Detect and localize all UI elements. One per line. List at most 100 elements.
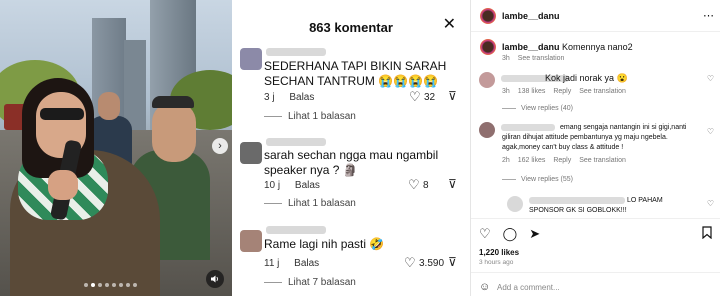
comment-meta: 3h 138 likes Reply See translation — [502, 88, 632, 95]
cap — [152, 96, 194, 108]
comment-likes[interactable]: 162 likes — [518, 157, 546, 164]
bookmark-icon-svg — [702, 226, 712, 240]
comment-item: Rame lagi nih pasti 🤣 11 j Balas ♡ 3.590… — [232, 224, 470, 296]
heart-icon[interactable]: ♡ — [707, 127, 714, 136]
emoji-icon[interactable]: ☺ — [479, 281, 490, 293]
avatar[interactable] — [479, 38, 497, 56]
bookmark-icon[interactable] — [702, 226, 712, 242]
see-translation-link[interactable]: See translation — [579, 88, 626, 95]
sunglasses — [40, 108, 84, 120]
comment-meta: 3 j Balas — [264, 92, 314, 103]
comment-text: SEDERHANA TAPI BIKIN SARAH SECHAN TANTRU… — [264, 59, 447, 88]
username-redacted[interactable] — [266, 48, 326, 56]
carousel-next-button[interactable]: › — [212, 138, 228, 154]
username-redacted[interactable] — [266, 138, 326, 146]
reply-button[interactable]: Balas — [295, 180, 320, 191]
carousel-dot[interactable] — [112, 283, 116, 287]
carousel-dot[interactable] — [84, 283, 88, 287]
reply-button[interactable]: Balas — [289, 92, 314, 103]
like-count: 8 — [423, 180, 429, 191]
divider — [471, 272, 720, 273]
username-redacted[interactable] — [266, 226, 326, 234]
see-translation-link[interactable]: See translation — [518, 55, 565, 62]
comments-count-title: 863 komentar — [309, 20, 393, 35]
reply-button[interactable]: Balas — [294, 258, 319, 269]
action-bar: ♡ ◯ ➤ — [479, 226, 540, 242]
heart-icon[interactable]: ♡ — [707, 199, 714, 208]
carousel-dots — [84, 283, 137, 287]
avatar[interactable] — [507, 196, 523, 212]
post-username[interactable]: lambe__danu — [502, 11, 560, 21]
caption-meta: 3h See translation — [502, 55, 570, 62]
caption-username[interactable]: lambe__danu — [502, 42, 560, 52]
caption-text: Komennya nano2 — [562, 42, 633, 52]
comment-meta: 10 j Balas — [264, 180, 320, 191]
view-replies-button[interactable]: Lihat 1 balasan — [264, 111, 356, 122]
avatar[interactable] — [240, 48, 262, 70]
carousel-dot[interactable] — [133, 283, 137, 287]
carousel-dot-active[interactable] — [91, 283, 95, 287]
view-replies-button[interactable]: View replies (40) — [502, 105, 573, 112]
view-replies-button[interactable]: Lihat 1 balasan — [264, 198, 356, 209]
avatar[interactable] — [240, 230, 262, 252]
comment-text: sarah sechan ngga mau ngambil speaker ny… — [264, 148, 439, 177]
comment-time: 3h — [502, 88, 510, 95]
thumbs-down-icon[interactable]: ⊽ — [448, 255, 457, 269]
caption-time: 3h — [502, 55, 510, 62]
building — [124, 40, 146, 130]
like-count: 3.590 — [419, 258, 445, 269]
hand — [48, 170, 78, 200]
carousel-dot[interactable] — [119, 283, 123, 287]
avatar[interactable] — [479, 122, 495, 138]
reply-button[interactable]: Reply — [553, 88, 571, 95]
avatar[interactable] — [240, 142, 262, 164]
comment-text: Kok jadi norak ya 😮 — [545, 73, 628, 83]
view-replies-button[interactable]: Lihat 7 balasan — [264, 277, 356, 288]
close-icon[interactable]: ✕ — [443, 17, 456, 33]
comment-likes[interactable]: 138 likes — [518, 88, 546, 95]
comment-text: Rame lagi nih pasti 🤣 — [264, 237, 385, 251]
comment-text: emang sengaja nantangin ini si gigi,nant… — [502, 124, 687, 151]
divider — [471, 31, 720, 32]
comment-time: 10 j — [264, 180, 281, 191]
reply-button[interactable]: Reply — [553, 157, 571, 164]
thumbs-down-icon[interactable]: ⊽ — [448, 177, 457, 191]
see-translation-link[interactable]: See translation — [579, 157, 626, 164]
comment-time: 2h — [502, 157, 510, 164]
comment-meta: 2h 162 likes Reply See translation — [502, 157, 632, 164]
comment-item: sarah sechan ngga mau ngambil speaker ny… — [232, 136, 470, 216]
person-background-head — [98, 92, 120, 120]
like-count: 32 — [424, 92, 436, 103]
comment-icon[interactable]: ◯ — [503, 226, 518, 242]
more-options-icon[interactable]: ⋯ — [703, 9, 714, 22]
share-icon[interactable]: ➤ — [529, 226, 540, 242]
mute-button[interactable] — [206, 270, 224, 288]
heart-icon[interactable]: ♡ — [408, 177, 420, 193]
heart-icon[interactable]: ♡ — [707, 74, 714, 83]
likes-count[interactable]: 1,220 likes — [479, 248, 519, 257]
carousel-dot[interactable] — [105, 283, 109, 287]
add-comment-input[interactable]: Add a comment... — [497, 283, 560, 292]
comment-time: 3 j — [264, 92, 275, 103]
comment-item: SEDERHANA TAPI BIKIN SARAH SECHAN TANTRU… — [232, 44, 470, 134]
chevron-right-icon: › — [218, 140, 222, 152]
comment-time: 11 j — [264, 258, 280, 269]
comment-text: LO PAHAM SPONSOR GK SI GOBLOKK!!! — [529, 197, 663, 214]
avatar[interactable] — [479, 7, 497, 25]
video-frame[interactable]: › — [0, 0, 232, 296]
carousel-dot[interactable] — [126, 283, 130, 287]
comments-header: 863 komentar ✕ — [232, 0, 470, 40]
heart-icon[interactable]: ♡ — [479, 226, 491, 242]
view-replies-button[interactable]: View replies (55) — [502, 176, 573, 183]
posted-time: 3 hours ago — [479, 259, 514, 266]
heart-icon[interactable]: ♡ — [404, 255, 416, 271]
heart-icon[interactable]: ♡ — [409, 89, 421, 105]
avatar[interactable] — [479, 72, 495, 88]
carousel-dot[interactable] — [98, 283, 102, 287]
caption: lambe__danu Komennya nano2 — [502, 42, 633, 52]
instagram-post-panel: lambe__danu ⋯ lambe__danu Komennya nano2… — [470, 0, 720, 296]
person-man-head — [152, 102, 196, 162]
speaker-icon — [211, 275, 218, 283]
thumbs-down-icon[interactable]: ⊽ — [448, 89, 457, 103]
comment-meta: 11 j Balas — [264, 258, 319, 269]
